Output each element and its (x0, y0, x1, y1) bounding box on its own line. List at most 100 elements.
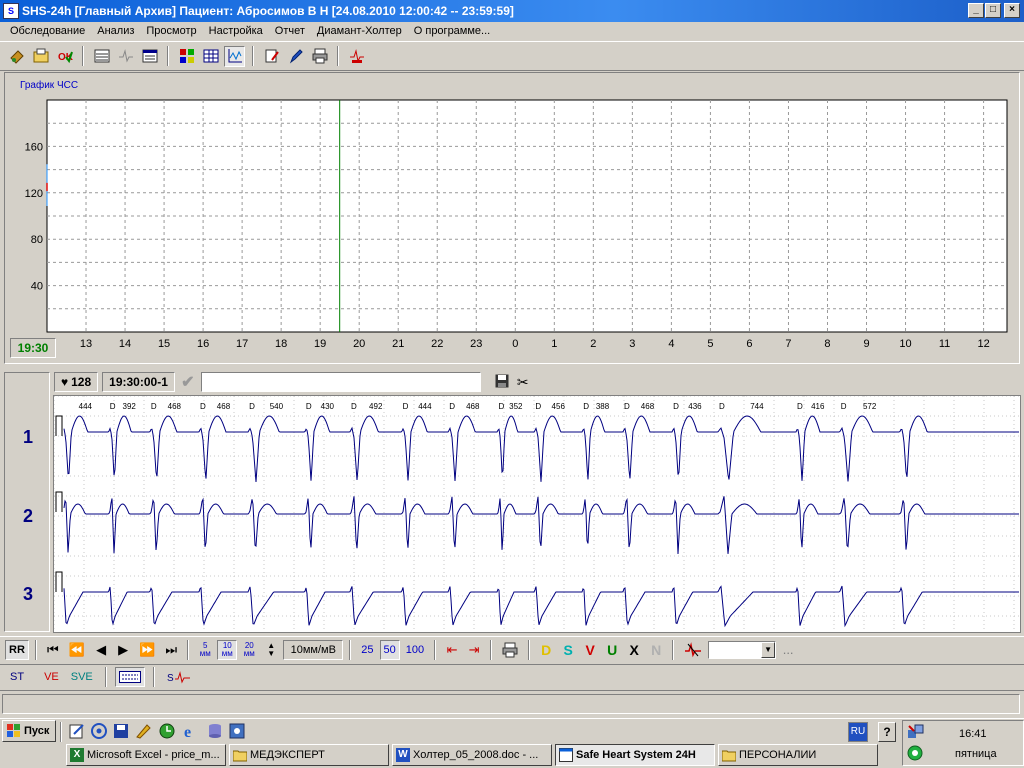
start-button[interactable]: Пуск (2, 720, 56, 742)
windows-logo-icon (7, 724, 20, 737)
edit-report-icon[interactable] (261, 46, 282, 67)
ecg-strip-icon[interactable] (91, 46, 112, 67)
speed-5mm-button[interactable]: 5 мм (195, 640, 215, 660)
task-safe-heart[interactable]: Safe Heart System 24H (555, 744, 715, 766)
quicklaunch-edit-icon[interactable] (68, 722, 86, 740)
st-wave-icon[interactable]: S (163, 667, 195, 687)
ecg-waveforms[interactable]: 444 D 392 D 468 D 468 D 540 D 430 D 492 D 444 D 468 D 352 D… (53, 395, 1020, 632)
hr-x-tick-label: 9 (863, 338, 869, 350)
menu-diamant-holter[interactable]: Диамант-Холтер (311, 22, 408, 40)
language-indicator[interactable]: RU (848, 722, 868, 742)
quicklaunch-settings-icon[interactable] (228, 722, 246, 740)
quicklaunch-ie-icon[interactable]: e (182, 722, 200, 741)
quicklaunch-clock-icon[interactable] (158, 722, 176, 740)
zoom-50-button[interactable]: 50 (379, 639, 400, 660)
fast-forward-icon[interactable]: ⏩ (135, 640, 159, 660)
class-s-button[interactable]: S (558, 640, 578, 660)
quicklaunch-save-icon[interactable] (112, 722, 130, 740)
class-n-button[interactable]: N (646, 640, 666, 660)
ve-analysis-button[interactable]: VE (40, 667, 63, 687)
artifact-icon[interactable] (680, 640, 706, 660)
print-icon[interactable] (309, 46, 330, 67)
gain-value: 10мм/мВ (283, 639, 344, 660)
ok-check-icon[interactable]: OK (54, 46, 75, 67)
ecg-wave-icon[interactable] (115, 46, 136, 67)
first-page-icon[interactable]: ⏮ (43, 640, 63, 660)
print-strip-icon[interactable] (498, 640, 522, 660)
ecg-rr-interval-label: 456 (552, 402, 566, 411)
diamant-logo-icon[interactable] (346, 46, 367, 67)
speed-20mm-button[interactable]: 20 мм (239, 640, 259, 660)
task-personalii[interactable]: ПЕРСОНАЛИИ (718, 744, 878, 766)
network-icon[interactable] (907, 724, 925, 743)
help-button[interactable]: ? (878, 722, 896, 742)
speed-10mm-button[interactable]: 10 мм (217, 639, 238, 660)
hr-x-tick-label: 5 (707, 338, 713, 350)
prev-icon[interactable]: ◀ (91, 640, 111, 660)
ecg-rr-interval-label: 392 (123, 402, 137, 411)
last-page-icon[interactable]: ⏭ (161, 640, 181, 660)
class-u-button[interactable]: U (602, 640, 622, 660)
hr-current-time: 19:30 (10, 338, 56, 358)
minimize-button[interactable]: _ (968, 3, 984, 18)
checkmark-icon[interactable]: ✔ (179, 372, 197, 392)
class-v-button[interactable]: V (580, 640, 600, 660)
menu-settings[interactable]: Настройка (203, 22, 269, 40)
next-icon[interactable]: ▶ (113, 640, 133, 660)
rr-toggle-button[interactable]: RR (5, 639, 29, 660)
hr-x-tick-label: 0 (512, 338, 518, 350)
save-icon[interactable] (495, 374, 509, 391)
close-button[interactable]: × (1004, 3, 1020, 18)
ecg-beat-class-label: D (535, 402, 541, 411)
zoom-100-button[interactable]: 100 (402, 640, 428, 660)
class-select[interactable]: ▼ (708, 640, 777, 659)
main-toolbar: OK (0, 41, 1024, 71)
ecg-rr-interval-label: 468 (641, 402, 655, 411)
fast-rewind-icon[interactable]: ⏪ (65, 640, 89, 660)
more-ellipsis[interactable]: ... (778, 640, 798, 660)
ecg-rr-interval-label: 444 (418, 402, 432, 411)
app-icon[interactable]: S (3, 3, 19, 19)
tray-status-icon[interactable] (907, 745, 923, 764)
class-d-button[interactable]: D (536, 640, 556, 660)
quicklaunch-db-icon[interactable] (206, 722, 224, 740)
ecg-rr-interval-label: 572 (863, 402, 877, 411)
maximize-button[interactable]: □ (985, 3, 1001, 18)
shift-right-icon[interactable]: ⇥ (464, 640, 484, 660)
menu-bar: Обследование Анализ Просмотр Настройка О… (0, 22, 1024, 40)
menu-analysis[interactable]: Анализ (91, 22, 140, 40)
gain-spinner[interactable]: ▲ ▼ (261, 640, 281, 660)
hr-x-tick-label: 7 (785, 338, 791, 350)
menu-report[interactable]: Отчет (269, 22, 311, 40)
hr-graph-icon[interactable] (224, 45, 245, 67)
task-excel[interactable]: X Microsoft Excel - price_m... (66, 744, 226, 766)
chevron-down-icon[interactable]: ▼ (761, 641, 776, 658)
ecg-lead-3-waveform (63, 585, 1019, 628)
report-list-icon[interactable] (139, 46, 160, 67)
task-medexpert[interactable]: МЕДЭКСПЕРТ (229, 744, 389, 766)
zoom-25-button[interactable]: 25 (357, 640, 377, 660)
ecg-strip-panel[interactable]: 444 D 392 D 468 D 468 D 540 D 430 D 492 D 444 D 468 D 352 D… (53, 395, 1021, 633)
hr-trend-chart[interactable]: 408012016013 14 15 16 17 18 19 20 21 22 23 0 1 2 3 4 5 6 7… (0, 90, 1024, 350)
task-word[interactable]: W Холтер_05_2008.doc - ... (392, 744, 552, 766)
menu-about[interactable]: О программе... (408, 22, 496, 40)
table-icon[interactable] (200, 46, 221, 67)
folder-icon[interactable] (30, 46, 51, 67)
ecg-header-bar: ♥ 128 19:30:00-1 ✔ ✂ (54, 371, 529, 393)
st-analysis-button[interactable]: ST (6, 667, 28, 687)
sve-analysis-button[interactable]: SVE (67, 667, 97, 687)
class-x-button[interactable]: X (624, 640, 644, 660)
quicklaunch-mail-icon[interactable] (90, 722, 108, 740)
pen-icon[interactable] (285, 46, 306, 67)
keyboard-mode-icon[interactable] (114, 666, 145, 687)
open-exam-icon[interactable] (6, 46, 27, 67)
hr-y-tick-label: 160 (25, 141, 43, 153)
quicklaunch-tools-icon[interactable] (134, 722, 152, 740)
color-grid-icon[interactable] (176, 46, 197, 67)
ecg-rr-interval-label: 492 (369, 402, 383, 411)
shift-left-icon[interactable]: ⇤ (442, 640, 462, 660)
menu-view[interactable]: Просмотр (140, 22, 202, 40)
comment-input[interactable] (200, 372, 481, 392)
menu-examination[interactable]: Обследование (4, 22, 91, 40)
scissors-icon[interactable]: ✂ (517, 374, 529, 391)
